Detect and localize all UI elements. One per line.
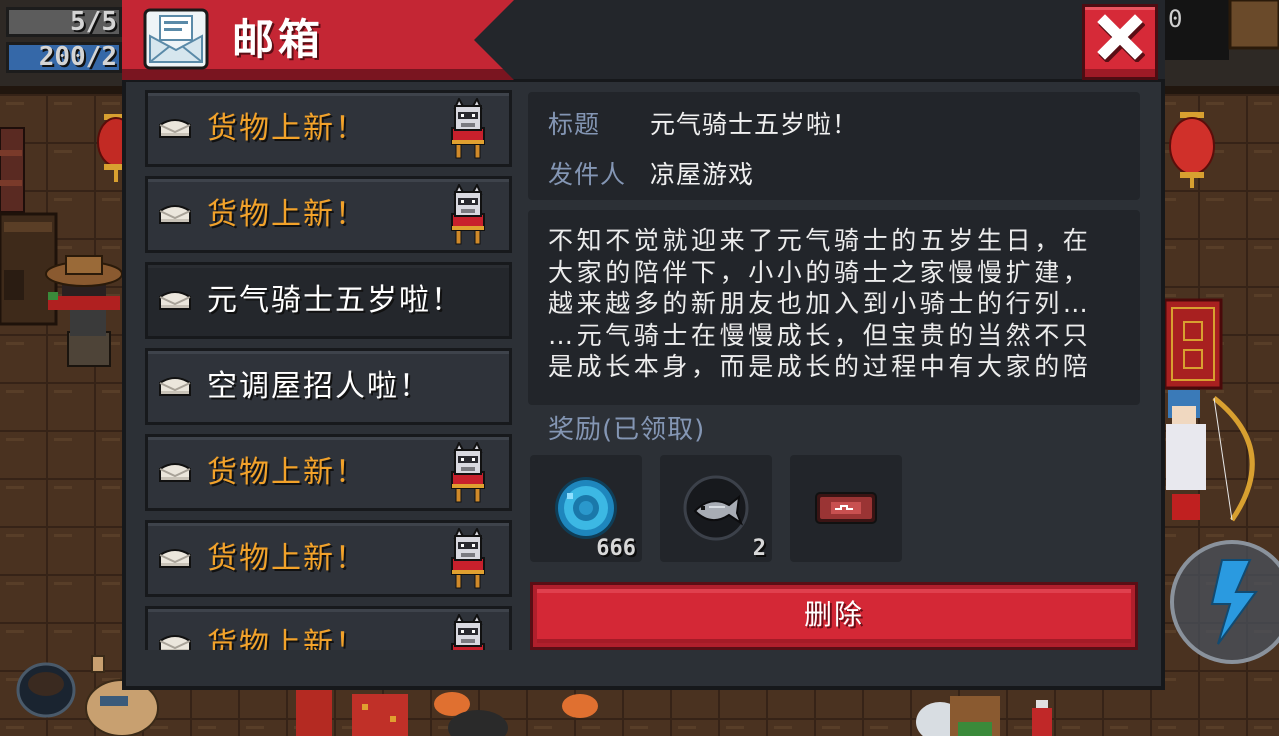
envelope-icon <box>159 119 191 138</box>
merchant-cat-icon <box>451 184 485 245</box>
mail-item[interactable]: 空调屋招人啦！ <box>145 348 512 425</box>
envelope-icon <box>159 549 191 568</box>
merchant-cat-icon <box>451 614 485 650</box>
reward-count: 2 <box>752 536 766 561</box>
mail-item[interactable]: 货物上新！ <box>145 520 512 597</box>
fish-icon <box>683 475 749 541</box>
mail-title: 元气骑士五岁啦！ <box>650 110 859 139</box>
mail-subject: 货物上新！ <box>207 455 367 490</box>
mail-subject: 货物上新！ <box>207 541 367 576</box>
merchant-cat-icon <box>451 528 485 589</box>
title-row: 标题 元气骑士五岁啦！ <box>528 106 1140 144</box>
reward-count: 666 <box>596 536 636 561</box>
pot <box>16 662 76 718</box>
close-button[interactable] <box>1082 4 1158 80</box>
energy-bar: 200/2 <box>6 42 122 73</box>
cabinet <box>0 212 58 326</box>
close-icon <box>1097 14 1145 62</box>
mail-subject: 元气骑士五岁啦！ <box>207 283 463 318</box>
mail-envelope-icon <box>143 8 209 70</box>
body-line: …元气骑士在慢慢成长，但宝贵的当然不只 <box>548 320 1092 350</box>
delete-button[interactable]: 删除 <box>530 582 1138 650</box>
coin-counter: 0 <box>1168 5 1183 33</box>
envelope-icon <box>159 291 191 310</box>
body-line: 是成长本身，而是成长的过程中有大家的陪 <box>548 352 1092 381</box>
envelope-icon <box>159 463 191 482</box>
mail-item[interactable]: 货物上新！ <box>145 606 512 650</box>
energy-text: 200/2 <box>38 42 117 72</box>
mail-subject: 货物上新！ <box>207 111 367 146</box>
vase <box>0 127 25 213</box>
mailbox-panel: 邮箱 货物上新！ 货物上新！ 元气骑士五岁啦！ 空调屋招人啦！ 货物上新！ 货物… <box>122 0 1165 690</box>
envelope-icon <box>159 377 191 396</box>
reward-slot[interactable]: 666 <box>530 455 642 562</box>
top-right-box <box>1228 0 1279 50</box>
mail-item[interactable]: 货物上新！ <box>145 176 512 253</box>
ticket-icon <box>815 492 877 524</box>
merchant-cat-icon <box>451 98 485 159</box>
mail-subject: 空调屋招人啦！ <box>207 369 431 404</box>
body-line: 大家的陪伴下，小小的骑士之家慢慢扩建， <box>548 257 1092 287</box>
body-line: 越来越多的新朋友也加入到小骑士的行列… <box>548 289 1092 318</box>
reward-slot[interactable]: 2 <box>660 455 772 562</box>
sender-label: 发件人 <box>548 160 627 189</box>
blue-gem-icon <box>555 477 617 539</box>
skill-button[interactable] <box>1170 540 1279 664</box>
body-line: 不知不觉就迎来了元气骑士的五岁生日，在 <box>548 226 1092 255</box>
red-screen <box>1163 298 1223 390</box>
mail-item[interactable]: 货物上新！ <box>145 90 512 167</box>
envelope-icon <box>159 635 191 650</box>
page-title: 邮箱 <box>232 15 325 64</box>
mail-item[interactable]: 元气骑士五岁啦！ <box>145 262 512 339</box>
health-bar: 5/5 <box>6 7 122 37</box>
mail-sender: 凉屋游戏 <box>650 160 755 189</box>
envelope-icon <box>159 205 191 224</box>
mail-subject: 货物上新！ <box>207 627 367 650</box>
rewards-label: 奖励(已领取) <box>548 415 706 445</box>
title-label: 标题 <box>548 110 601 139</box>
mail-item[interactable]: 货物上新！ <box>145 434 512 511</box>
health-text: 5/5 <box>70 7 117 37</box>
sender-row: 发件人 凉屋游戏 <box>528 156 1140 194</box>
mail-body[interactable]: 不知不觉就迎来了元气骑士的五岁生日，在 大家的陪伴下，小小的骑士之家慢慢扩建， … <box>528 210 1140 405</box>
merchant-cat-icon <box>451 442 485 503</box>
mail-info: 标题 元气骑士五岁啦！ 发件人 凉屋游戏 <box>528 92 1140 200</box>
reward-slot[interactable] <box>790 455 902 562</box>
mail-list[interactable]: 货物上新！ 货物上新！ 元气骑士五岁啦！ 空调屋招人啦！ 货物上新！ 货物上新！ <box>145 90 512 650</box>
mail-subject: 货物上新！ <box>207 197 367 232</box>
